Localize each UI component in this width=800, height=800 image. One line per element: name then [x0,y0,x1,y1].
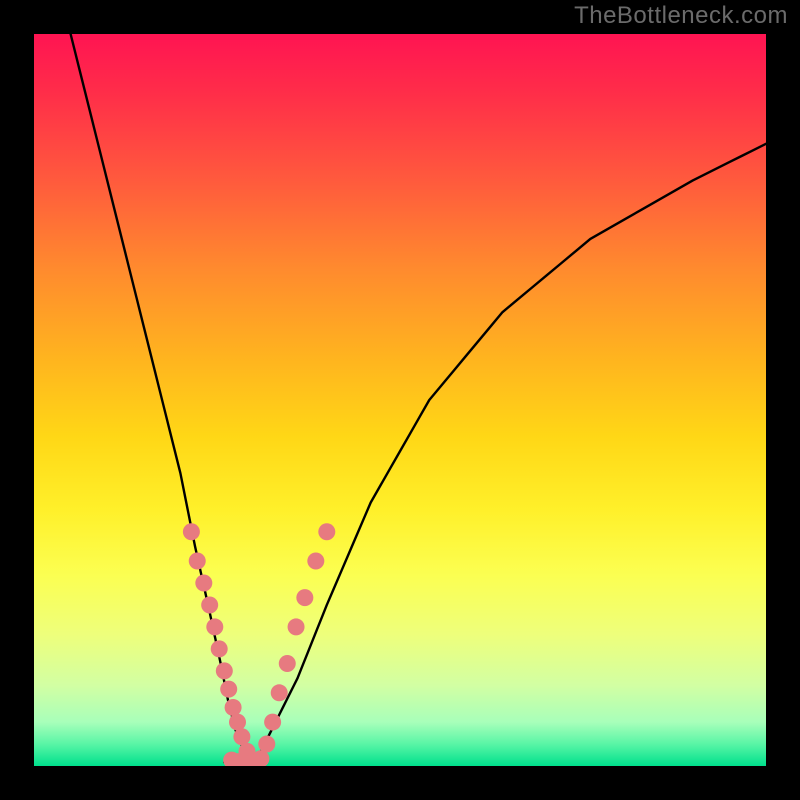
bottleneck-curve [71,34,766,762]
marker-dot [233,728,250,745]
chart-svg [34,34,766,766]
marker-dot [216,662,233,679]
marker-dot [258,736,275,753]
marker-dot [288,618,305,635]
watermark-text: TheBottleneck.com [574,2,788,30]
marker-dot [189,553,206,570]
marker-dot [201,596,218,613]
chart-frame: TheBottleneck.com [0,0,800,800]
marker-dot [183,523,200,540]
marker-dot [296,589,313,606]
marker-dot [264,714,281,731]
marker-dot [206,618,223,635]
marker-dot [195,575,212,592]
marker-dot [271,684,288,701]
marker-dot [225,699,242,716]
marker-dot [211,640,228,657]
marker-dot [307,553,324,570]
marker-dot [318,523,335,540]
marker-dot [220,681,237,698]
marker-dot [279,655,296,672]
marker-dot [229,714,246,731]
plot-area [34,34,766,766]
